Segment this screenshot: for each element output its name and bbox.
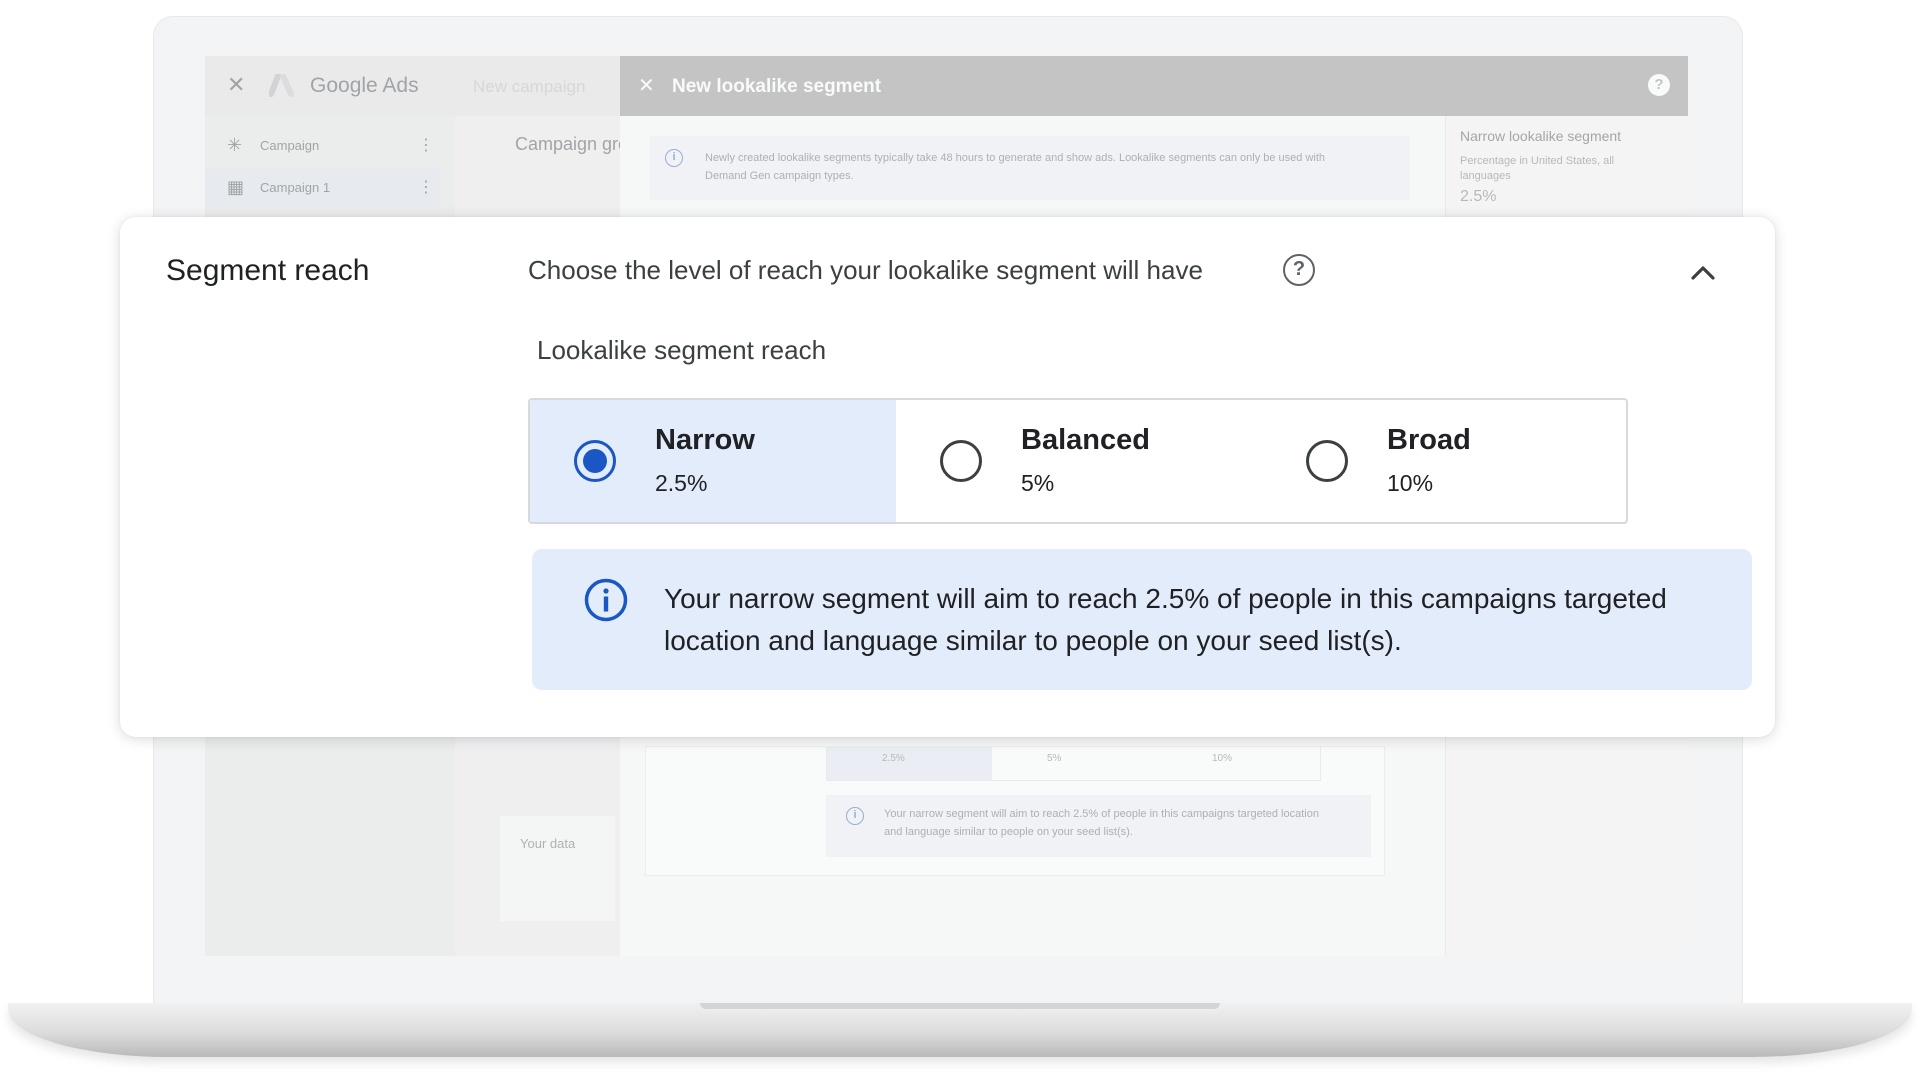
- nav-item-campaign[interactable]: ✳ Campaign ⋮: [205, 126, 440, 166]
- background-option-percent: 5%: [1047, 753, 1062, 764]
- option-name: Narrow: [655, 424, 755, 456]
- dialog-header: ✕ New lookalike segment ?: [620, 56, 1688, 116]
- option-name: Balanced: [1021, 424, 1150, 456]
- background-option-percent: 10%: [1212, 753, 1233, 764]
- dialog-close-icon[interactable]: ✕: [638, 73, 655, 98]
- radio-dot: [583, 449, 607, 473]
- stage: ✕ Google Ads New campaign ✕ New lookalik…: [0, 0, 1920, 1080]
- more-vert-icon[interactable]: ⋮: [418, 177, 434, 197]
- reach-info-box: Your narrow segment will aim to reach 2.…: [532, 549, 1752, 690]
- nav-item-campaign-1[interactable]: ▦ Campaign 1 ⋮: [205, 168, 440, 208]
- sparkle-icon: ✳: [227, 135, 243, 155]
- info-notice-text: Newly created lookalike segments typical…: [705, 152, 1326, 182]
- option-balanced[interactable]: Balanced 5%: [896, 400, 1262, 522]
- reach-info-text: Your narrow segment will aim to reach 2.…: [664, 583, 1667, 656]
- background-reach-card: 2.5% 5% 10% i Your narrow segment will a…: [645, 746, 1385, 876]
- breadcrumb[interactable]: New campaign: [473, 77, 585, 97]
- background-reach-options: 2.5% 5% 10%: [826, 747, 1321, 781]
- radio-unselected-icon[interactable]: [940, 440, 982, 482]
- app-topbar: ✕ Google Ads New campaign: [205, 56, 620, 116]
- nav-item-label: Campaign: [260, 138, 320, 153]
- option-name: Broad: [1387, 424, 1471, 456]
- segment-reach-card: Segment reach Choose the level of reach …: [120, 217, 1775, 737]
- dialog-help-icon[interactable]: ?: [1648, 74, 1670, 96]
- card-description: Choose the level of reach your lookalike…: [528, 255, 1203, 285]
- info-notice: i Newly created lookalike segments typic…: [650, 136, 1410, 200]
- grid-icon: ▦: [227, 177, 245, 197]
- option-percent: 5%: [1021, 470, 1055, 496]
- info-icon: [584, 578, 628, 622]
- dialog-title: New lookalike segment: [672, 76, 882, 97]
- chevron-up-icon[interactable]: [1688, 262, 1718, 282]
- reach-label: Lookalike segment reach: [537, 335, 827, 365]
- your-data-label: Your data: [520, 836, 576, 851]
- option-narrow[interactable]: Narrow 2.5%: [530, 400, 896, 522]
- background-info-text: Your narrow segment will aim to reach 2.…: [884, 808, 1319, 838]
- option-percent: 2.5%: [655, 470, 708, 496]
- card-title: Segment reach: [166, 254, 370, 287]
- more-vert-icon[interactable]: ⋮: [418, 135, 434, 155]
- app-name: Google Ads: [310, 74, 419, 97]
- summary-value: 2.5%: [1460, 188, 1497, 205]
- info-icon: i: [846, 807, 864, 825]
- background-option-percent: 2.5%: [882, 753, 905, 764]
- google-ads-logo-icon: [269, 74, 294, 97]
- your-data-card[interactable]: Your data: [500, 816, 615, 921]
- radio-selected-icon[interactable]: [574, 440, 616, 482]
- radio-unselected-icon[interactable]: [1306, 440, 1348, 482]
- summary-subtitle: Percentage in United States, all languag…: [1460, 155, 1615, 182]
- nav-item-label: Campaign 1: [260, 180, 331, 195]
- option-percent: 10%: [1387, 470, 1434, 496]
- close-icon[interactable]: ✕: [227, 72, 245, 98]
- info-icon: i: [665, 149, 683, 167]
- laptop-base: [8, 1003, 1912, 1057]
- background-option-selected[interactable]: [827, 747, 992, 780]
- reach-options: Narrow 2.5% Balanced 5% Broad 10%: [528, 398, 1628, 524]
- background-info-box: i Your narrow segment will aim to reach …: [826, 795, 1371, 857]
- help-icon[interactable]: ?: [1283, 254, 1315, 286]
- summary-title: Narrow lookalike segment: [1460, 128, 1622, 144]
- option-broad[interactable]: Broad 10%: [1262, 400, 1628, 522]
- laptop-notch: [700, 1003, 1220, 1009]
